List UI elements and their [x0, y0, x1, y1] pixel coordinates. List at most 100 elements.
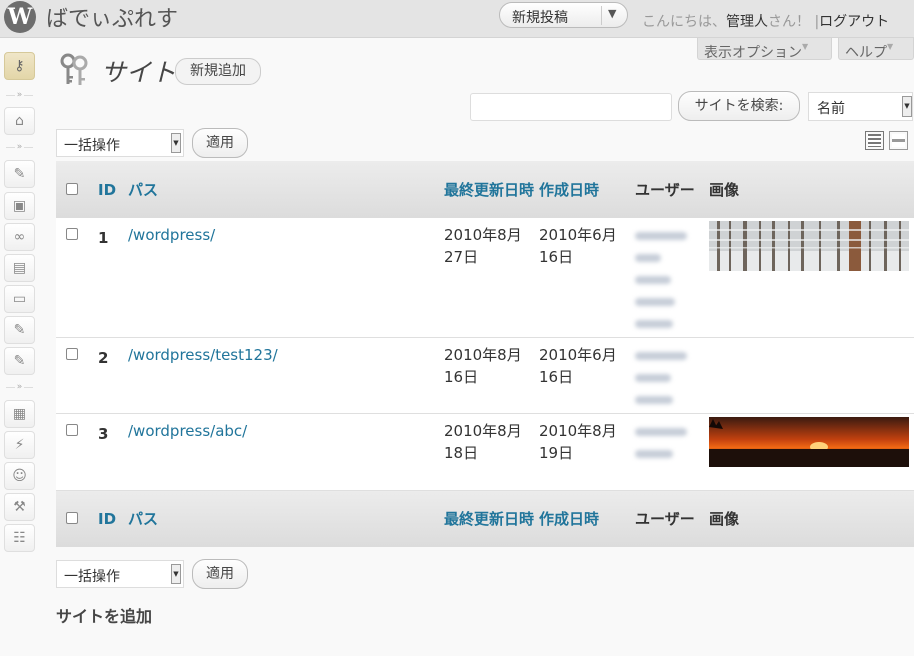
column-image: 画像	[709, 181, 740, 199]
search-input[interactable]	[470, 93, 672, 121]
last-updated-line1: 2010年8月	[444, 345, 522, 364]
last-updated-line1: 2010年8月	[444, 421, 522, 440]
column-users: ユーザー	[635, 510, 695, 529]
column-registered[interactable]: 作成日時	[539, 510, 599, 528]
settings-icon[interactable]: ☷	[4, 524, 35, 552]
media-icon[interactable]: ▣	[4, 192, 35, 220]
column-last-updated[interactable]: 最終更新日時	[444, 510, 534, 528]
blurred-user-link[interactable]	[635, 420, 705, 442]
blurred-user-link[interactable]	[635, 290, 705, 312]
sites-icon[interactable]: ⚷	[4, 52, 35, 80]
wordpress-logo-icon[interactable]: W	[4, 1, 36, 33]
site-id: 2	[98, 348, 109, 367]
chevron-down-icon: ▼	[171, 133, 181, 153]
search-sites-button[interactable]: サイトを検索:	[678, 91, 800, 121]
appearance-icon[interactable]: ▦	[4, 400, 35, 428]
table-row: 2 /wordpress/test123/ 2010年8月 16日 2010年6月…	[56, 337, 914, 413]
registered-line1: 2010年6月	[539, 226, 617, 244]
column-id[interactable]: ID	[98, 510, 116, 528]
list-view-icon[interactable]	[865, 131, 884, 150]
triangle-down-icon: ▼	[802, 42, 809, 51]
site-id: 1	[98, 229, 109, 247]
registered-line1: 2010年8月	[539, 421, 617, 440]
screen-options-tab[interactable]: 表示オプション▼	[697, 38, 832, 61]
pin-icon-2[interactable]: ✎	[4, 347, 35, 375]
snow-forest-image	[709, 221, 909, 271]
favorite-actions-dropdown[interactable]: 新規投稿 ▼	[499, 2, 628, 28]
greeting-suffix: さん！	[768, 14, 810, 30]
posts-icon[interactable]: ✎	[4, 160, 35, 188]
blurred-user-link[interactable]	[635, 246, 705, 268]
blurred-user-link[interactable]	[635, 268, 705, 290]
row-checkbox[interactable]	[66, 228, 78, 240]
blurred-user-link[interactable]	[635, 344, 705, 366]
logout-link[interactable]: ログアウト	[819, 14, 889, 30]
chevron-down-icon: ▼	[171, 564, 181, 584]
comments-icon[interactable]: ▭	[4, 285, 35, 313]
menu-collapse-separator[interactable]: »	[4, 90, 35, 100]
tools-icon[interactable]: ⚒	[4, 493, 35, 521]
chevron-down-icon: ▼	[902, 96, 912, 117]
triangle-down-icon: ▼	[887, 42, 894, 51]
greeting-prefix: こんにちは、	[642, 14, 726, 30]
select-all-checkbox[interactable]	[66, 182, 78, 195]
last-updated-line2: 18日	[444, 443, 479, 462]
registered-line2: 19日	[539, 443, 574, 462]
apply-button-bottom[interactable]: 適用	[192, 559, 248, 589]
table-header-row: ID パス 最終更新日時 作成日時 ユーザー 画像	[56, 161, 914, 218]
row-checkbox[interactable]	[66, 423, 78, 436]
excerpt-view-icon[interactable]	[889, 131, 908, 150]
add-new-button[interactable]: 新規追加	[175, 58, 261, 85]
site-path-link[interactable]: /wordpress/	[128, 226, 215, 244]
blurred-user-link[interactable]	[635, 388, 705, 410]
column-path[interactable]: パス	[128, 510, 158, 528]
table-row: 3 /wordpress/abc/ 2010年8月 18日 2010年8月 19日	[56, 413, 914, 490]
menu-collapse-separator[interactable]: »	[4, 382, 35, 392]
plugins-icon[interactable]: ⚡	[4, 431, 35, 459]
page-title: サイト	[101, 58, 177, 87]
select-all-checkbox[interactable]	[66, 511, 78, 524]
pages-icon[interactable]: ▤	[4, 254, 35, 282]
add-site-heading: サイトを追加	[56, 607, 153, 626]
sunset-image	[709, 416, 909, 467]
blurred-user-link[interactable]	[635, 224, 705, 246]
apply-button-top[interactable]: 適用	[192, 128, 248, 158]
sort-select[interactable]: 名前 ▼	[808, 92, 913, 121]
help-label: ヘルプ	[845, 45, 887, 61]
blurred-user-link[interactable]	[635, 312, 705, 334]
column-users: ユーザー	[635, 181, 695, 199]
bulk-action-select-bottom[interactable]: 一括操作 ▼	[56, 560, 184, 588]
chevron-down-icon[interactable]: ▼	[608, 7, 616, 20]
help-tab[interactable]: ヘルプ▼	[838, 38, 914, 61]
pin-icon[interactable]: ✎	[4, 316, 35, 344]
site-path-link[interactable]: /wordpress/abc/	[128, 422, 247, 440]
registered-line2: 16日	[539, 248, 574, 266]
home-icon[interactable]: ⌂	[4, 107, 35, 135]
column-id[interactable]: ID	[98, 181, 116, 199]
last-updated-line2: 16日	[444, 367, 479, 386]
users-icon[interactable]: ☺	[4, 462, 35, 490]
users-cell	[635, 218, 709, 337]
user-greeting: こんにちは、管理人さん！ |ログアウト	[642, 11, 889, 31]
row-checkbox[interactable]	[66, 347, 78, 360]
blurred-user-link[interactable]	[635, 442, 705, 464]
links-icon[interactable]: ∞	[4, 223, 35, 251]
site-title[interactable]: ばでぃぷれす	[46, 1, 178, 33]
bulk-action-value: 一括操作	[64, 569, 120, 585]
users-cell	[635, 337, 709, 413]
sort-select-value: 名前	[817, 101, 845, 117]
column-last-updated[interactable]: 最終更新日時	[444, 181, 534, 199]
column-registered[interactable]: 作成日時	[539, 181, 599, 199]
screen-options-label: 表示オプション	[704, 45, 802, 61]
keys-icon	[60, 53, 88, 85]
admin-header: W ばでぃぷれす 新規投稿 ▼ こんにちは、管理人さん！ |ログアウト	[0, 0, 914, 38]
user-name-link[interactable]: 管理人	[726, 14, 768, 30]
bulk-action-select-top[interactable]: 一括操作 ▼	[56, 129, 184, 157]
column-path[interactable]: パス	[128, 181, 158, 199]
last-updated-line1: 2010年8月	[444, 226, 522, 244]
menu-collapse-separator[interactable]: »	[4, 142, 35, 152]
blurred-user-link[interactable]	[635, 366, 705, 388]
site-path-link[interactable]: /wordpress/test123/	[128, 346, 278, 364]
favorite-action-label[interactable]: 新規投稿	[512, 7, 568, 27]
table-footer-row: ID パス 最終更新日時 作成日時 ユーザー 画像	[56, 490, 914, 547]
